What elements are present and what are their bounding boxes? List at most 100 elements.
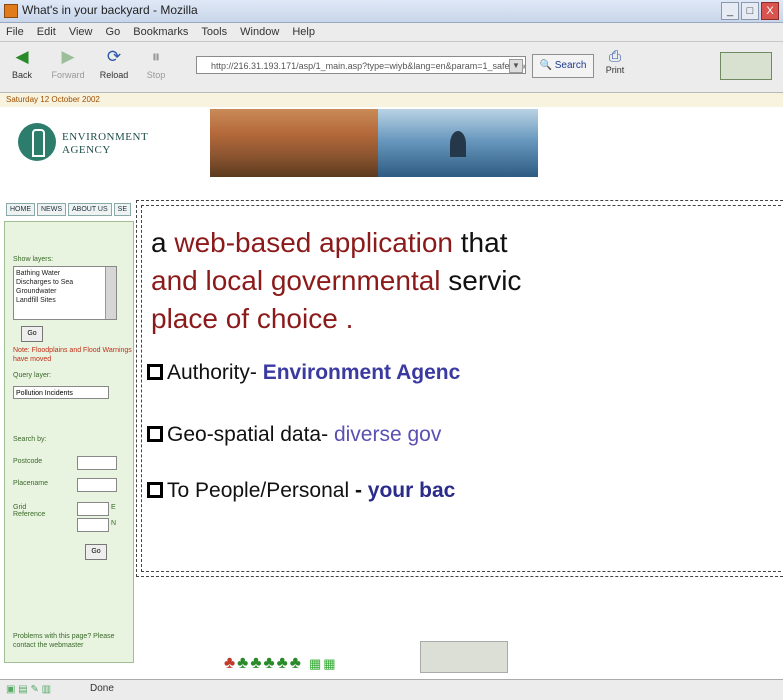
status-icons: ▣ ▤ ✎ ▥	[6, 684, 52, 695]
reload-icon: ⟳	[106, 47, 122, 66]
back-button[interactable]: ◀ Back	[4, 46, 40, 80]
placename-input[interactable]	[77, 478, 117, 492]
layers-scrollbar[interactable]	[105, 267, 116, 319]
menu-file[interactable]: File	[6, 23, 24, 41]
authority-label: Authority-	[167, 361, 263, 384]
grid-easting-input[interactable]	[77, 502, 109, 516]
menu-bookmarks[interactable]: Bookmarks	[133, 23, 188, 41]
layer-item[interactable]: Groundwater	[16, 287, 114, 296]
status-text: Done	[90, 683, 114, 694]
search-icon: 🔍	[539, 60, 552, 71]
window-controls: _ □ X	[721, 2, 779, 20]
stop-label: Stop	[146, 70, 166, 80]
reload-button[interactable]: ⟳ Reload	[96, 46, 132, 80]
environment-agency-logo[interactable]: ENVIRONMENT AGENCY	[10, 113, 150, 173]
easting-label: E	[111, 504, 116, 511]
menu-go[interactable]: Go	[106, 23, 121, 41]
bullet-box-icon	[147, 426, 163, 442]
menu-tools[interactable]: Tools	[201, 23, 227, 41]
map-query-panel: Show layers: Bathing Water Discharges to…	[4, 221, 134, 663]
mozilla-app-icon	[4, 4, 18, 18]
description-callout: a web-based application that and local g…	[136, 200, 783, 577]
forward-arrow-icon: ▶	[61, 47, 75, 66]
layer-item[interactable]: Bathing Water	[16, 269, 114, 278]
line1-text-a: a	[151, 227, 175, 258]
query-layer-label: Query layer:	[13, 372, 52, 379]
northing-label: N	[111, 520, 117, 527]
grid-icon: ▦▦	[308, 656, 338, 671]
forward-button[interactable]: ▶ Forward	[50, 46, 86, 80]
logo-line1: ENVIRONMENT	[62, 131, 149, 143]
search-go-button[interactable]: Go	[85, 544, 107, 560]
statusbar: ▣ ▤ ✎ ▥ Done	[0, 679, 783, 700]
nav-se[interactable]: SE	[113, 203, 131, 216]
window-titlebar: What's in your backyard - Mozilla _ □ X	[0, 0, 783, 23]
placename-label: Placename	[13, 480, 49, 487]
layer-item[interactable]: Discharges to Sea	[16, 278, 114, 287]
tree-icons-row: ♣♣♣♣♣♣ ▦▦	[224, 653, 338, 673]
search-label: Search	[554, 60, 587, 71]
callout-line1: a web-based application that	[151, 227, 507, 259]
print-icon: ⎙	[608, 48, 621, 65]
maximize-button[interactable]: □	[741, 2, 759, 20]
show-layers-label: Show layers:	[13, 256, 54, 263]
people-dash: -	[354, 479, 368, 502]
window-title: What's in your backyard - Mozilla	[22, 3, 198, 17]
print-label: Print	[605, 65, 625, 75]
people-value: your bac	[367, 479, 456, 502]
menu-view[interactable]: View	[69, 23, 93, 41]
url-dropdown-icon[interactable]: ▼	[509, 59, 523, 73]
grid-reference-label: Grid Reference	[13, 504, 46, 518]
callout-inner-border	[141, 205, 783, 572]
web-based-application-text: web-based application	[174, 227, 453, 258]
close-button[interactable]: X	[761, 2, 779, 20]
line1-text-b: that	[453, 227, 508, 258]
layers-go-button[interactable]: Go	[21, 326, 43, 342]
tree-icon: ♣	[289, 653, 303, 672]
geo-spatial-label: Geo-spatial data-	[167, 423, 334, 446]
minimize-button[interactable]: _	[721, 2, 739, 20]
nav-about-us[interactable]: ABOUT US	[68, 203, 112, 216]
stop-button[interactable]: ⏸ Stop	[138, 46, 174, 80]
banner-landscape-photo	[210, 109, 378, 177]
people-label: To People/Personal	[167, 479, 355, 502]
line2-text-b: servic	[440, 265, 522, 296]
tree-icon: ♣	[224, 653, 238, 672]
problems-contact-text[interactable]: Problems with this page? Please contact …	[13, 632, 133, 650]
layer-item[interactable]: Landfill Sites	[16, 296, 114, 305]
geo-spatial-value: diverse gov	[333, 423, 442, 446]
url-text: http://216.31.193.171/asp/1_main.asp?typ…	[211, 61, 526, 71]
authority-value: Environment Agenc	[262, 361, 461, 384]
nav-home[interactable]: HOME	[6, 203, 35, 216]
callout-line3: place of choice .	[151, 303, 354, 334]
menubar: File Edit View Go Bookmarks Tools Window…	[0, 23, 783, 42]
query-layer-value: Pollution Incidents	[16, 390, 73, 397]
tree-icon: ♣	[250, 653, 264, 672]
stop-icon: ⏸	[151, 47, 161, 66]
search-button[interactable]: 🔍 Search	[532, 54, 594, 78]
url-input[interactable]: http://216.31.193.171/asp/1_main.asp?typ…	[196, 56, 526, 74]
navigation-toolbar: ◀ Back ▶ Forward ⟳ Reload ⏸ Stop http://…	[0, 42, 783, 93]
postcode-input[interactable]	[77, 456, 117, 470]
print-button[interactable]: ⎙ Print	[600, 48, 630, 75]
floodplain-note: Note: Floodplains and Flood Warnings hav…	[13, 347, 132, 363]
menu-edit[interactable]: Edit	[37, 23, 56, 41]
date-text: Saturday 12 October 2002	[0, 93, 783, 107]
grid-northing-input[interactable]	[77, 518, 109, 532]
query-layer-select[interactable]: Pollution Incidents	[13, 386, 109, 399]
nav-news[interactable]: NEWS	[37, 203, 66, 216]
toolbar-extra-icon[interactable]	[720, 52, 772, 80]
layers-list[interactable]: Bathing Water Discharges to Sea Groundwa…	[13, 266, 117, 320]
agency-emblem-icon	[18, 123, 56, 161]
menu-help[interactable]: Help	[292, 23, 315, 41]
banner-whale-tail-photo	[378, 109, 538, 177]
back-label: Back	[11, 70, 32, 80]
search-by-label: Search by:	[13, 436, 47, 443]
bullet-geo-spatial: Geo-spatial data- diverse gov	[147, 423, 441, 447]
tree-icon: ♣	[263, 653, 277, 672]
menu-window[interactable]: Window	[240, 23, 279, 41]
logo-line2: AGENCY	[62, 144, 111, 156]
map-thumbnail[interactable]	[420, 641, 508, 673]
back-arrow-icon: ◀	[15, 47, 29, 66]
bullet-box-icon	[147, 482, 163, 498]
